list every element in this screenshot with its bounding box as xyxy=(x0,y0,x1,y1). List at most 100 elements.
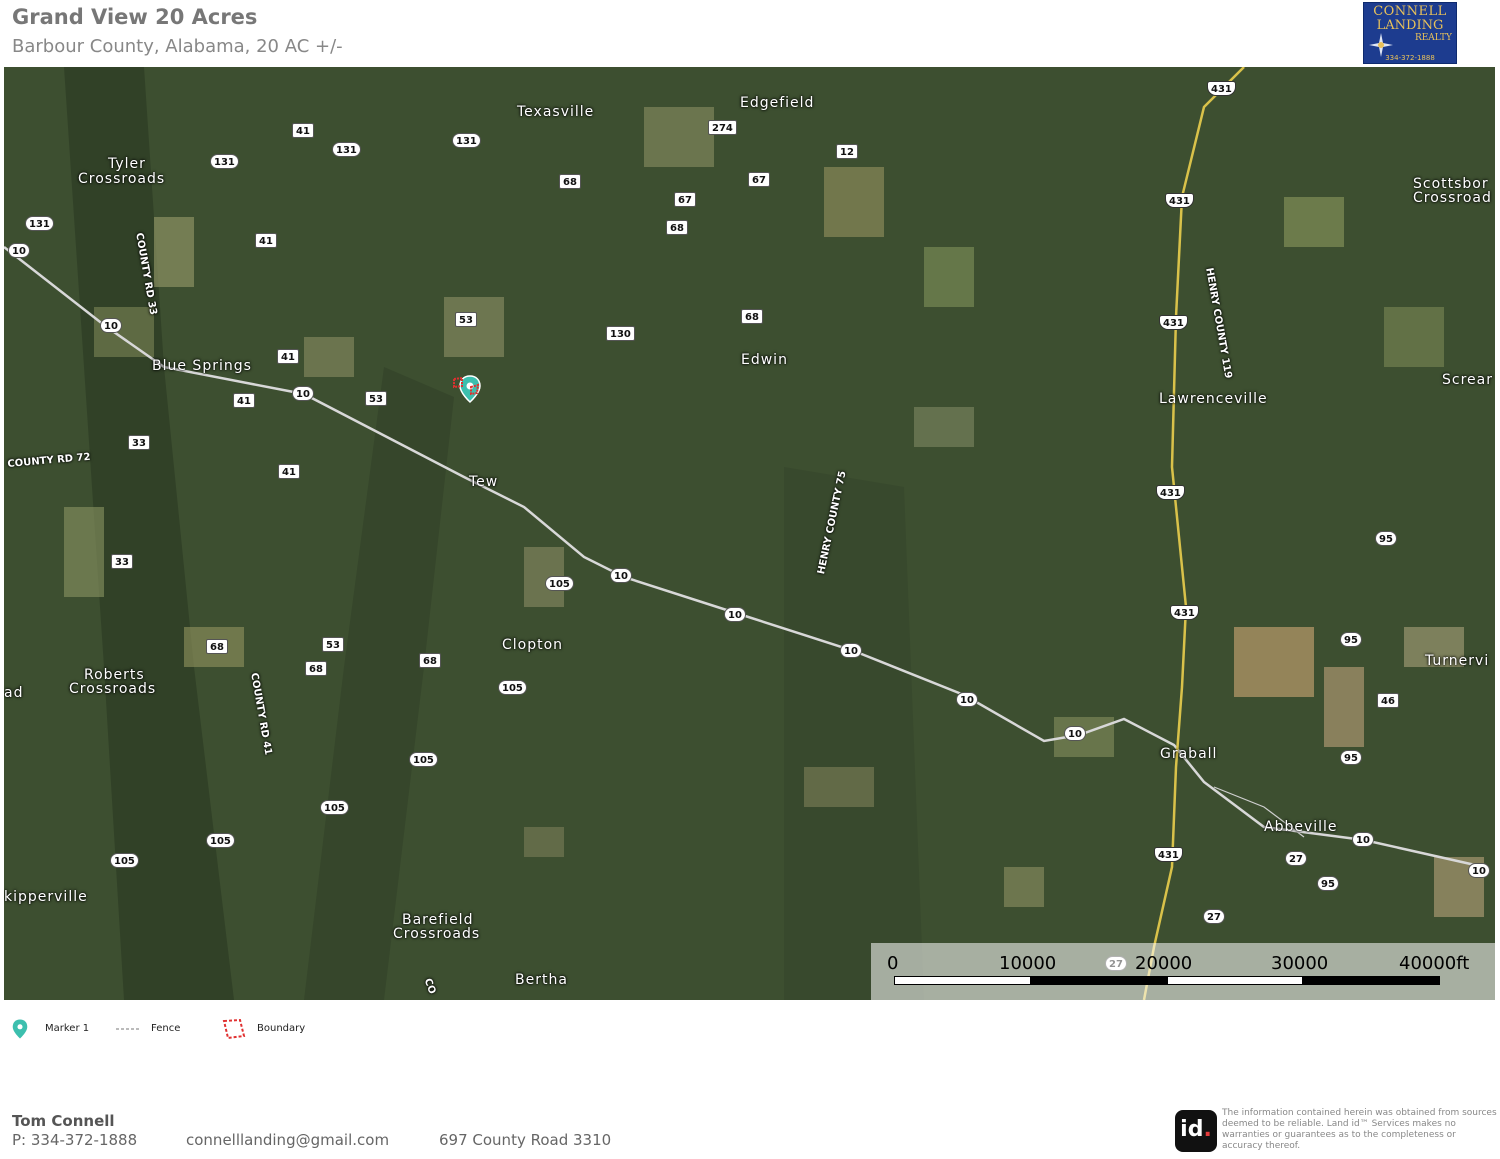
disclaimer-text: The information contained herein was obt… xyxy=(1222,1108,1497,1151)
route-shield: 105 xyxy=(110,853,139,868)
route-shield: 12 xyxy=(836,144,858,159)
place-label: Crossroads xyxy=(69,681,157,697)
legend-item-fence: Fence xyxy=(116,1018,206,1042)
route-shield: 431 xyxy=(1170,605,1199,620)
route-shield: 10 xyxy=(1468,863,1490,878)
scale-segment xyxy=(1167,976,1303,985)
legend-item-boundary: Boundary xyxy=(222,1018,332,1042)
route-shield: 131 xyxy=(332,142,361,157)
scale-segment xyxy=(1031,976,1167,985)
route-shield: 10 xyxy=(1064,726,1086,741)
scale-tick: 0 xyxy=(887,953,899,974)
route-shield: 95 xyxy=(1340,632,1362,647)
route-shield: 41 xyxy=(277,349,299,364)
legend-item-marker: Marker 1 xyxy=(12,1018,112,1042)
route-shield: 68 xyxy=(741,309,763,324)
route-shield: 431 xyxy=(1154,847,1183,862)
logo-line-3: REALTY xyxy=(1414,33,1452,43)
place-label: Crossroad xyxy=(1413,190,1492,206)
legend-label: Boundary xyxy=(257,1023,306,1034)
place-label: Tyler xyxy=(108,156,146,172)
logo-phone: 334-372-1888 xyxy=(1385,54,1435,62)
route-shield: 10 xyxy=(8,243,30,258)
legend-label: Marker 1 xyxy=(45,1023,90,1034)
place-label: Edwin xyxy=(741,352,788,368)
logo-line-2: LANDING xyxy=(1376,18,1444,33)
route-shield: 67 xyxy=(674,192,696,207)
page-subtitle: Barbour County, Alabama, 20 AC +/- xyxy=(12,36,343,57)
map-imagery xyxy=(4,67,1495,1000)
agent-name: Tom Connell xyxy=(12,1112,115,1130)
route-shield: 53 xyxy=(365,391,387,406)
route-shield: 10 xyxy=(840,643,862,658)
place-label: Clopton xyxy=(502,637,564,653)
place-label: Scottsbor xyxy=(1413,176,1489,192)
route-shield: 431 xyxy=(1156,485,1185,500)
agent-email[interactable]: connelllanding@gmail.com xyxy=(186,1131,389,1149)
place-label: Graball xyxy=(1160,746,1218,762)
route-shield: 46 xyxy=(1377,693,1399,708)
route-shield: 10 xyxy=(610,568,632,583)
route-shield: 95 xyxy=(1340,750,1362,765)
route-shield: 68 xyxy=(305,661,327,676)
route-shield: 105 xyxy=(545,576,574,591)
route-shield: 68 xyxy=(559,174,581,189)
scale-segment xyxy=(1303,976,1440,985)
route-shield: 33 xyxy=(128,435,150,450)
route-shield: 27 xyxy=(1285,851,1307,866)
route-shield: 95 xyxy=(1317,876,1339,891)
place-label: Crossroads xyxy=(393,926,481,942)
route-shield: 68 xyxy=(419,653,441,668)
legend-label: Fence xyxy=(151,1023,181,1034)
route-shield: 431 xyxy=(1207,81,1236,96)
place-label: Bertha xyxy=(515,972,568,988)
scale-tick: 10000 xyxy=(999,953,1057,974)
place-label: Roberts xyxy=(84,667,145,683)
route-shield: 10 xyxy=(100,318,122,333)
place-label: Screar xyxy=(1442,372,1493,388)
route-shield: 130 xyxy=(606,326,635,341)
boundary-polygon-icon xyxy=(222,1018,246,1040)
place-label: Lawrenceville xyxy=(1159,391,1268,407)
agent-address: 697 County Road 3310 xyxy=(439,1131,612,1149)
route-shield: 431 xyxy=(1159,315,1188,330)
place-label: Tew xyxy=(469,474,499,490)
place-label: Edgefield xyxy=(740,95,815,111)
place-label: Blue Springs xyxy=(152,358,252,374)
route-shield: 53 xyxy=(455,312,477,327)
route-shield: 10 xyxy=(724,607,746,622)
scale-tick: 40000ft xyxy=(1399,953,1470,974)
land-id-logo: id. xyxy=(1175,1110,1217,1152)
place-label: Crossroads xyxy=(78,171,166,187)
route-shield: 105 xyxy=(320,800,349,815)
route-shield: 41 xyxy=(292,123,314,138)
route-shield: 131 xyxy=(452,133,481,148)
route-shield: 105 xyxy=(206,833,235,848)
route-shield: 67 xyxy=(748,172,770,187)
place-label: ad xyxy=(4,685,24,701)
property-boundary-icon xyxy=(453,377,480,396)
route-shield: 105 xyxy=(409,752,438,767)
place-label: kipperville xyxy=(4,889,88,905)
scale-bar: 0 10000 20000 30000 40000ft xyxy=(871,943,1495,1000)
route-shield: 95 xyxy=(1375,531,1397,546)
place-label: Barefield xyxy=(402,912,474,928)
satellite-map[interactable]: Texasville Edgefield Tyler Crossroads Sc… xyxy=(4,67,1495,1000)
scale-segment xyxy=(894,976,1031,985)
route-shield: 131 xyxy=(25,216,54,231)
place-label: Abbeville xyxy=(1264,819,1338,835)
route-shield: 431 xyxy=(1165,193,1194,208)
route-shield: 41 xyxy=(278,464,300,479)
page-title: Grand View 20 Acres xyxy=(12,5,258,29)
fence-line-icon xyxy=(116,1028,140,1030)
scale-tick: 30000 xyxy=(1271,953,1329,974)
route-shield: 10 xyxy=(1352,832,1374,847)
route-shield: 105 xyxy=(498,680,527,695)
route-shield: 41 xyxy=(255,233,277,248)
company-logo: CONNELL LANDING REALTY 334-372-1888 xyxy=(1363,2,1457,64)
route-shield: 33 xyxy=(111,554,133,569)
logo-line-1: CONNELL xyxy=(1373,4,1447,19)
land-id-logo-text: id xyxy=(1180,1117,1204,1142)
route-shield: 53 xyxy=(322,637,344,652)
place-label: Texasville xyxy=(517,104,595,120)
